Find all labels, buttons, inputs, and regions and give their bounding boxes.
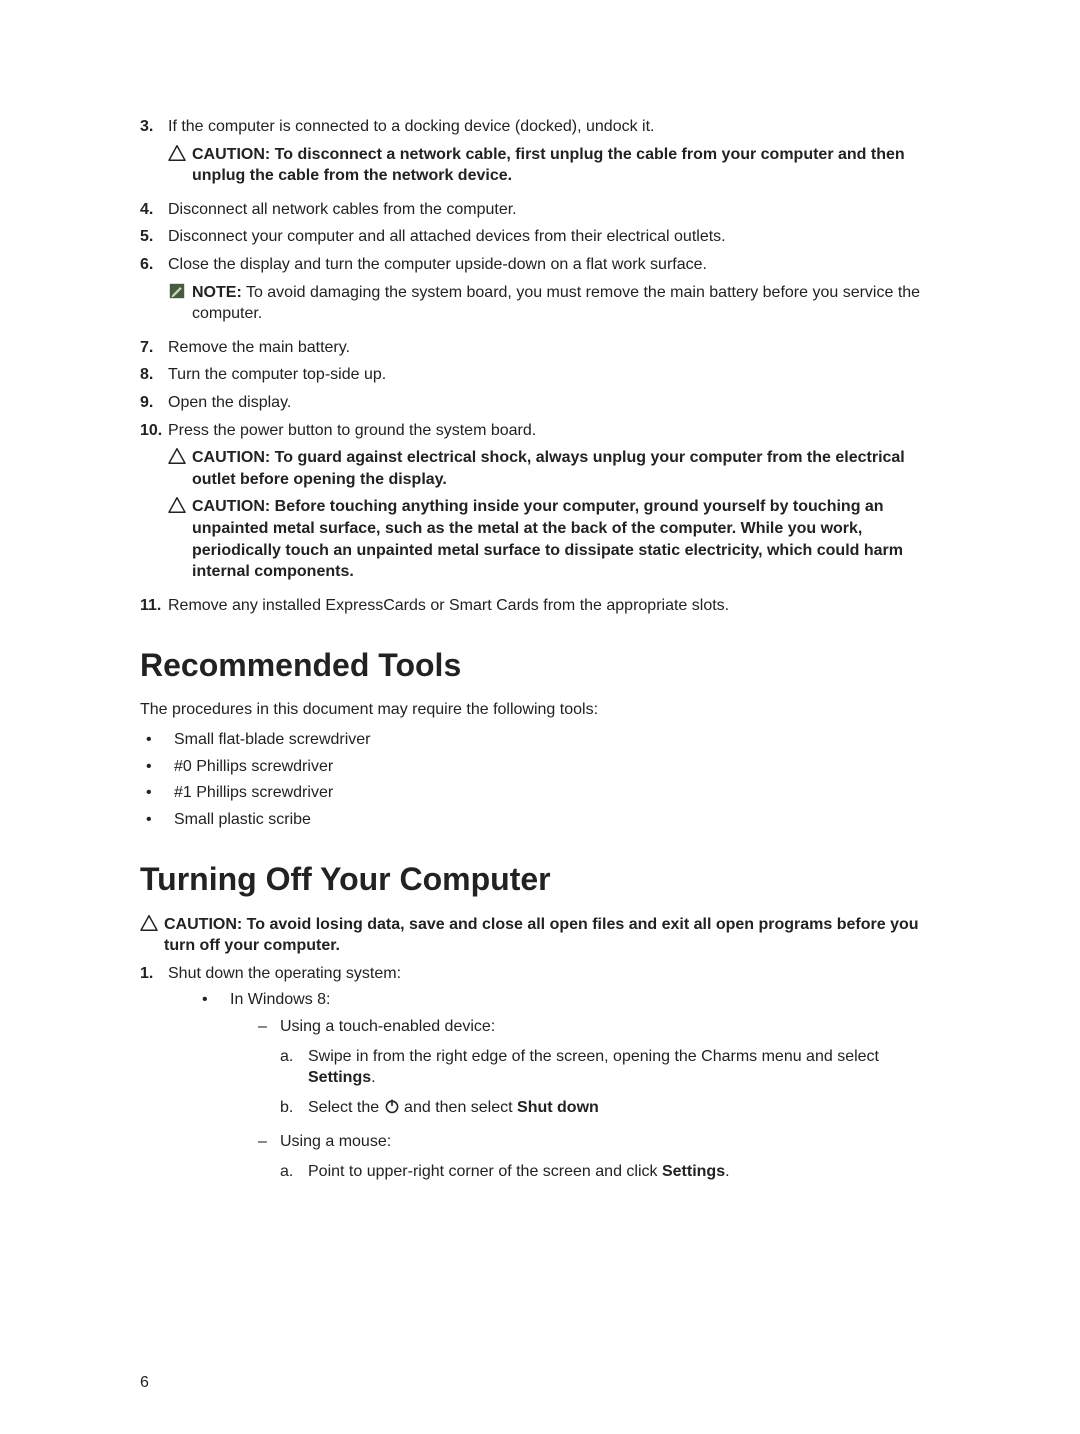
step-number: 1. <box>140 963 168 1201</box>
bullet-item: • Small plastic scribe <box>140 809 940 831</box>
caution-callout: CAUTION: To guard against electrical sho… <box>168 447 940 490</box>
bullet-icon: • <box>140 782 174 804</box>
bullet-icon: • <box>140 729 174 751</box>
step-number: 6. <box>140 254 168 331</box>
step-number: 3. <box>140 116 168 193</box>
step-text: Remove the main battery. <box>168 337 940 359</box>
step-number: 5. <box>140 226 168 248</box>
text-part: Swipe in from the right edge of the scre… <box>308 1048 879 1065</box>
numbered-step: 6. Close the display and turn the comput… <box>140 254 940 331</box>
note-body: To avoid damaging the system board, you … <box>192 284 920 323</box>
os-label: In Windows 8: <box>230 991 330 1008</box>
text-part: . <box>725 1163 729 1180</box>
letter-step: a. Swipe in from the right edge of the s… <box>280 1046 940 1089</box>
numbered-step: 3. If the computer is connected to a doc… <box>140 116 940 193</box>
caution-icon <box>168 144 192 187</box>
dash-item: – Using a mouse: a. Point to upper-right… <box>258 1131 940 1190</box>
letter-label: b. <box>280 1097 308 1119</box>
dash-body: Using a touch-enabled device: a. Swipe i… <box>280 1016 940 1126</box>
step-text: Turn the computer top-side up. <box>168 364 940 386</box>
bullet-text: Small flat-blade screwdriver <box>174 729 940 751</box>
caution-text: CAUTION: Before touching anything inside… <box>192 496 940 582</box>
letter-body: Point to upper-right corner of the scree… <box>308 1161 730 1183</box>
step-content: Press the power button to ground the sys… <box>168 422 536 439</box>
step-text: Disconnect all network cables from the c… <box>168 199 940 221</box>
caution-icon <box>140 914 164 957</box>
note-callout: NOTE: To avoid damaging the system board… <box>168 282 940 325</box>
caution-callout: CAUTION: Before touching anything inside… <box>168 496 940 582</box>
note-text: NOTE: To avoid damaging the system board… <box>192 282 940 325</box>
method-label: Using a mouse: <box>280 1133 391 1150</box>
caution-icon <box>168 496 192 582</box>
text-part: Select the <box>308 1099 384 1116</box>
step-content: If the computer is connected to a dockin… <box>168 118 655 135</box>
step-text: If the computer is connected to a dockin… <box>168 116 940 193</box>
numbered-step: 11. Remove any installed ExpressCards or… <box>140 595 940 617</box>
numbered-step: 10. Press the power button to ground the… <box>140 420 940 589</box>
bullet-item: • In Windows 8: – Using a touch-enabled … <box>196 989 940 1195</box>
step-content: Shut down the operating system: <box>168 965 401 982</box>
letter-step: a. Point to upper-right corner of the sc… <box>280 1161 730 1183</box>
letter-body: Select the and then select Shut down <box>308 1097 599 1119</box>
numbered-step: 5. Disconnect your computer and all atta… <box>140 226 940 248</box>
step-text: Open the display. <box>168 392 940 414</box>
dash-body: Using a mouse: a. Point to upper-right c… <box>280 1131 730 1190</box>
step-text: Close the display and turn the computer … <box>168 254 940 331</box>
step-number: 10. <box>140 420 168 589</box>
bullet-text: #0 Phillips screwdriver <box>174 756 940 778</box>
text-part: and then select <box>400 1099 517 1116</box>
bullet-text: In Windows 8: – Using a touch-enabled de… <box>230 989 940 1195</box>
numbered-step: 1. Shut down the operating system: • In … <box>140 963 940 1201</box>
step-text: Remove any installed ExpressCards or Sma… <box>168 595 940 617</box>
bullet-icon: • <box>140 756 174 778</box>
dash-icon: – <box>258 1016 280 1126</box>
bullet-text: Small plastic scribe <box>174 809 940 831</box>
bullet-item: • #1 Phillips screwdriver <box>140 782 940 804</box>
step-number: 4. <box>140 199 168 221</box>
page-number: 6 <box>140 1372 149 1394</box>
numbered-step: 8. Turn the computer top-side up. <box>140 364 940 386</box>
text-part: . <box>371 1069 375 1086</box>
letter-body: Swipe in from the right edge of the scre… <box>308 1046 940 1089</box>
bullet-item: • #0 Phillips screwdriver <box>140 756 940 778</box>
caution-text: CAUTION: To disconnect a network cable, … <box>192 144 940 187</box>
step-number: 9. <box>140 392 168 414</box>
bullet-text: #1 Phillips screwdriver <box>174 782 940 804</box>
caution-text: CAUTION: To avoid losing data, save and … <box>164 914 940 957</box>
ui-shutdown: Shut down <box>517 1099 599 1116</box>
step-text: Press the power button to ground the sys… <box>168 420 940 589</box>
note-label: NOTE: <box>192 284 242 301</box>
bullet-icon: • <box>140 809 174 831</box>
bullet-item: • Small flat-blade screwdriver <box>140 729 940 751</box>
ui-settings: Settings <box>662 1163 725 1180</box>
numbered-step: 4. Disconnect all network cables from th… <box>140 199 940 221</box>
step-text: Disconnect your computer and all attache… <box>168 226 940 248</box>
note-icon <box>168 282 192 325</box>
tools-intro: The procedures in this document may requ… <box>140 699 940 721</box>
power-icon <box>384 1098 400 1114</box>
bullet-icon: • <box>196 989 230 1195</box>
caution-callout: CAUTION: To disconnect a network cable, … <box>168 144 940 187</box>
letter-step: b. Select the and then select Shut down <box>280 1097 940 1119</box>
caution-text: CAUTION: To guard against electrical sho… <box>192 447 940 490</box>
text-part: Point to upper-right corner of the scree… <box>308 1163 662 1180</box>
letter-label: a. <box>280 1046 308 1089</box>
dash-item: – Using a touch-enabled device: a. Swipe… <box>258 1016 940 1126</box>
letter-label: a. <box>280 1161 308 1183</box>
step-number: 7. <box>140 337 168 359</box>
step-number: 8. <box>140 364 168 386</box>
method-label: Using a touch-enabled device: <box>280 1018 495 1035</box>
ui-settings: Settings <box>308 1069 371 1086</box>
step-text: Shut down the operating system: • In Win… <box>168 963 940 1201</box>
dash-icon: – <box>258 1131 280 1190</box>
caution-callout: CAUTION: To avoid losing data, save and … <box>140 914 940 957</box>
recommended-tools-heading: Recommended Tools <box>140 644 940 687</box>
step-number: 11. <box>140 595 168 617</box>
caution-icon <box>168 447 192 490</box>
step-content: Close the display and turn the computer … <box>168 256 707 273</box>
turning-off-heading: Turning Off Your Computer <box>140 858 940 901</box>
numbered-step: 7. Remove the main battery. <box>140 337 940 359</box>
numbered-step: 9. Open the display. <box>140 392 940 414</box>
